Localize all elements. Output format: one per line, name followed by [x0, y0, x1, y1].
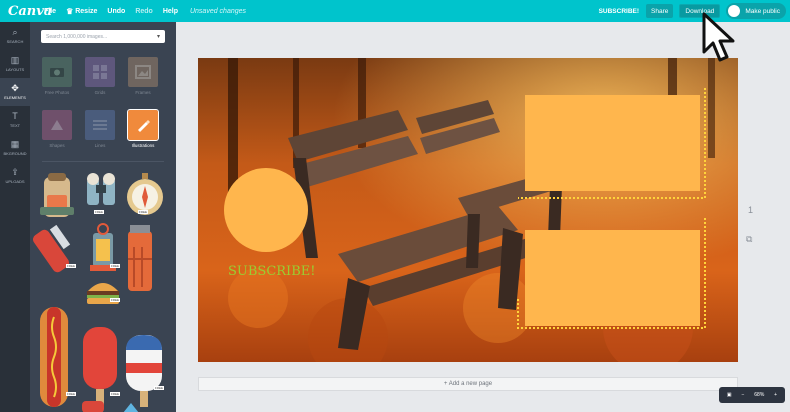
grid-icon: [85, 57, 115, 87]
category-frames[interactable]: Frames: [128, 57, 158, 95]
redo-button[interactable]: Redo: [135, 8, 153, 15]
top-rectangle-shape[interactable]: [525, 95, 700, 191]
copy-page-icon[interactable]: ⧉: [746, 234, 752, 245]
rail-elements[interactable]: ✥ ELEMENTS: [0, 78, 30, 106]
category-lines[interactable]: Lines: [85, 110, 115, 148]
zoom-level: 68%: [754, 392, 765, 398]
rail-text[interactable]: T TEXT: [0, 106, 30, 134]
lines-icon: [85, 110, 115, 140]
layouts-icon: ▥: [10, 55, 20, 65]
design-page[interactable]: SUBSCRIBE!: [198, 58, 738, 362]
add-page-button[interactable]: + Add a new page: [198, 377, 738, 391]
frame-icon: [128, 57, 158, 87]
category-shapes[interactable]: Shapes: [42, 110, 72, 148]
backpack-illustration[interactable]: [40, 173, 74, 217]
text-icon: T: [12, 111, 18, 121]
elements-icon: ✥: [11, 83, 19, 93]
camera-icon: [42, 57, 72, 87]
canva-logo[interactable]: Canva: [8, 4, 52, 19]
elements-panel: Search 1,000,000 images... ▾ Free Photos…: [30, 22, 176, 412]
background-icon: ▦: [10, 139, 20, 149]
top-bar: Canva File ♛ Resize Undo Redo Help Unsav…: [0, 0, 790, 22]
rail-background[interactable]: ▦ BKGROUND: [0, 134, 30, 162]
rail-search[interactable]: ⌕ SEARCH: [0, 22, 30, 50]
rail-uploads[interactable]: ⇪ UPLOADS: [0, 162, 30, 190]
pen-icon: [127, 109, 159, 141]
partial-illustration[interactable]: [82, 401, 104, 412]
subscribe-text[interactable]: SUBSCRIBE!: [228, 264, 315, 279]
binoculars-illustration[interactable]: [87, 173, 115, 205]
bottom-rectangle-shape[interactable]: [525, 230, 700, 326]
main-menu: File ♛ Resize Undo Redo Help Unsaved cha…: [44, 7, 256, 16]
file-menu[interactable]: File: [44, 8, 56, 15]
make-public-label: Make public: [745, 7, 780, 15]
zoom-control: ▣ − 68% +: [719, 387, 785, 403]
search-placeholder: Search 1,000,000 images...: [46, 33, 108, 40]
illustrations-grid: [31, 173, 163, 412]
rail-layouts[interactable]: ▥ LAYOUTS: [0, 50, 30, 78]
hot-dog-illustration[interactable]: [40, 307, 68, 407]
image-search-input[interactable]: Search 1,000,000 images... ▾: [41, 30, 165, 43]
zoom-in-button[interactable]: +: [774, 392, 777, 398]
search-icon: ⌕: [12, 27, 18, 37]
compass-illustration[interactable]: [127, 173, 163, 215]
undo-button[interactable]: Undo: [107, 8, 125, 15]
present-icon[interactable]: ▣: [727, 392, 732, 398]
share-button[interactable]: Share: [646, 4, 674, 18]
top-right-actions: SUBSCRIBE! Share Download Make public: [599, 0, 790, 22]
autumn-park-photo: [198, 58, 738, 362]
chevron-down-icon: ▾: [156, 34, 160, 40]
help-menu[interactable]: Help: [163, 8, 178, 15]
resize-menu[interactable]: Resize: [75, 8, 97, 15]
mouse-cursor-icon: [702, 12, 735, 62]
pocket-knife-illustration[interactable]: [31, 224, 71, 274]
panel-divider: [42, 161, 164, 162]
page-number: 1: [748, 205, 754, 215]
zoom-out-button[interactable]: −: [742, 392, 745, 398]
partial-illustration[interactable]: [123, 403, 139, 412]
design-title[interactable]: SUBSCRIBE!: [599, 8, 639, 15]
crown-icon: ♛: [66, 6, 74, 16]
uploads-icon: ⇪: [11, 167, 19, 177]
triangle-icon: [42, 110, 72, 140]
category-free-photos[interactable]: Free Photos: [42, 57, 72, 95]
flag-ice-pop-illustration[interactable]: [126, 335, 162, 407]
save-status: Unsaved changes: [189, 7, 247, 15]
thermos-illustration[interactable]: [128, 225, 152, 291]
left-rail: ⌕ SEARCH ▥ LAYOUTS ✥ ELEMENTS T TEXT ▦ B…: [0, 22, 30, 412]
category-grids[interactable]: Grids: [85, 57, 115, 95]
circle-shape[interactable]: [224, 168, 308, 252]
category-illustrations[interactable]: Illustrations: [127, 109, 159, 148]
